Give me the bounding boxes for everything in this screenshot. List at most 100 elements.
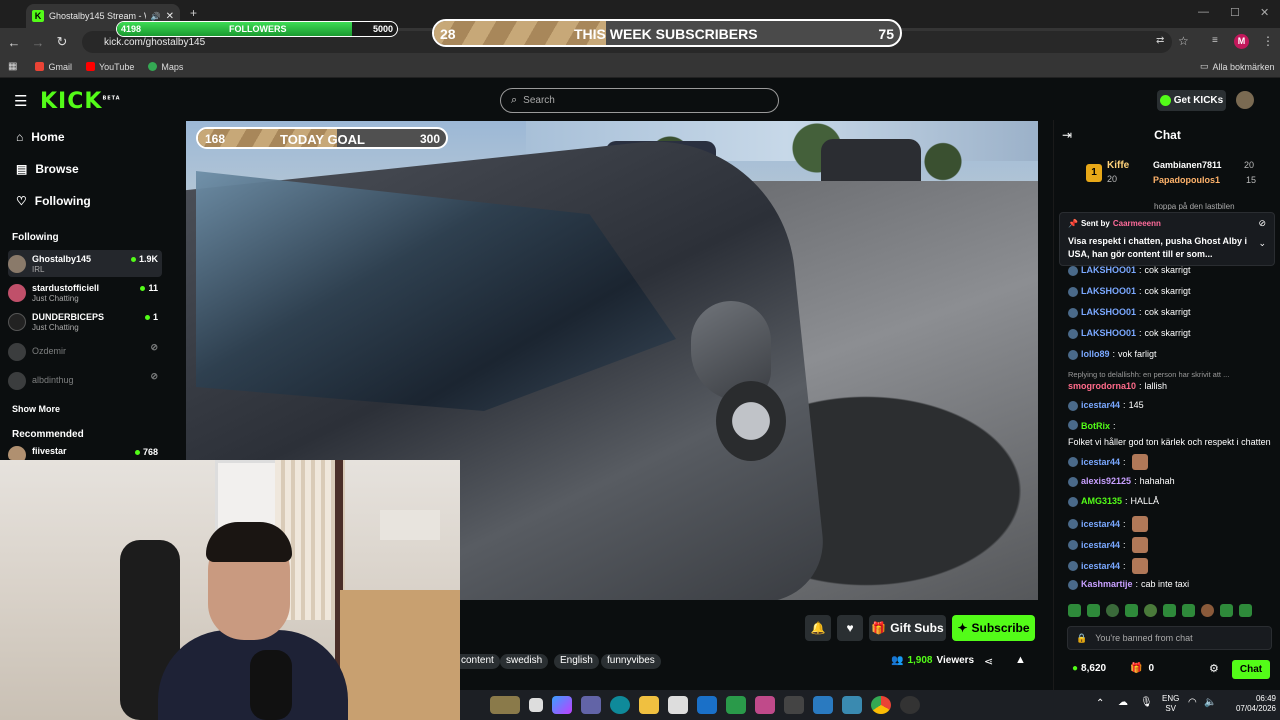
- settings-gear-icon[interactable]: ⚙: [1209, 662, 1219, 675]
- clock[interactable]: 06:49 07/04/2026: [1226, 694, 1276, 714]
- back-icon[interactable]: ←: [2, 35, 26, 50]
- app-icon[interactable]: [784, 696, 804, 714]
- chat-message[interactable]: icestar44:145: [1068, 399, 1273, 412]
- chat-message[interactable]: alexis92125: hahahah: [1068, 475, 1273, 488]
- mail-icon[interactable]: [697, 696, 717, 714]
- m365-icon[interactable]: [755, 696, 775, 714]
- chat-username[interactable]: icestar44: [1081, 399, 1120, 412]
- kick-logo[interactable]: KICKBETA: [40, 89, 121, 114]
- tag-chip[interactable]: content: [455, 654, 500, 669]
- chat-username[interactable]: icestar44: [1081, 539, 1120, 552]
- search-input[interactable]: ⌕ Search: [500, 88, 779, 113]
- maximize-icon[interactable]: ☐: [1230, 6, 1240, 19]
- tray-chevron-icon[interactable]: ⌃: [1096, 698, 1104, 709]
- emote-icon[interactable]: [1182, 604, 1195, 617]
- chat-username[interactable]: icestar44: [1081, 560, 1120, 573]
- get-kicks-button[interactable]: Get KICKs: [1157, 90, 1226, 111]
- emote-icon[interactable]: [1087, 604, 1100, 617]
- chat-username[interactable]: LAKSHOO01: [1081, 264, 1136, 277]
- media-icon[interactable]: ≡: [1212, 35, 1218, 46]
- following-item[interactable]: Ghostalby145 IRL 1.9K: [8, 250, 162, 277]
- share-icon[interactable]: ⋖: [984, 655, 993, 668]
- edge-icon[interactable]: [610, 696, 630, 714]
- subscribe-button[interactable]: ✦ Subscribe: [952, 615, 1035, 641]
- forward-icon[interactable]: →: [26, 35, 50, 50]
- emote-icon[interactable]: [1220, 604, 1233, 617]
- chat-username[interactable]: BotRix: [1081, 420, 1110, 433]
- chat-username[interactable]: icestar44: [1081, 456, 1120, 469]
- unpin-icon[interactable]: ⊘: [1258, 218, 1266, 229]
- recommended-item[interactable]: fiivestar 768: [8, 446, 162, 460]
- reload-icon[interactable]: ↻: [50, 34, 74, 50]
- tag-chip[interactable]: funnyvibes: [601, 654, 661, 669]
- all-bookmarks[interactable]: ▭ Alla bokmärken: [1200, 61, 1275, 72]
- chat-message[interactable]: icestar44:: [1068, 516, 1273, 532]
- tag-chip[interactable]: English: [554, 654, 599, 669]
- close-window-icon[interactable]: ✕: [1260, 6, 1269, 19]
- chat-input[interactable]: 🔒 You're banned from chat: [1067, 626, 1272, 650]
- kicks-balance[interactable]: ● 8,620: [1072, 663, 1106, 674]
- app-icon[interactable]: [842, 696, 862, 714]
- chat-message[interactable]: icestar44:: [1068, 558, 1273, 574]
- chat-message[interactable]: Kashmartije: cab inte taxi: [1068, 578, 1273, 591]
- chat-username[interactable]: smogrodorna10: [1068, 380, 1136, 393]
- teams-icon[interactable]: [581, 696, 601, 714]
- photos-icon[interactable]: [813, 696, 833, 714]
- bookmark-maps[interactable]: Maps: [148, 62, 183, 72]
- report-icon[interactable]: ▲: [1015, 654, 1026, 666]
- store-icon[interactable]: [668, 696, 688, 714]
- emote-icon[interactable]: [1239, 604, 1252, 617]
- chevron-down-icon[interactable]: ⌄: [1258, 238, 1266, 249]
- chat-username[interactable]: LAKSHOO01: [1081, 306, 1136, 319]
- chat-message[interactable]: LAKSHOO01: cok skarrigt: [1068, 306, 1273, 319]
- chat-message[interactable]: AMG3135: HALLÅ: [1068, 495, 1273, 508]
- menu-dots-icon[interactable]: ⋮: [1262, 34, 1274, 48]
- hamburger-menu-icon[interactable]: ☰: [14, 92, 27, 110]
- follow-heart-button[interactable]: ♥: [837, 615, 863, 641]
- bookmark-star-icon[interactable]: ☆: [1178, 34, 1189, 48]
- emote-icon[interactable]: [1201, 604, 1214, 617]
- user-avatar[interactable]: [1236, 91, 1254, 109]
- mic-icon[interactable]: 🎙: [1140, 697, 1153, 708]
- show-more-link[interactable]: Show More: [12, 404, 60, 414]
- chat-message[interactable]: icestar44:: [1068, 454, 1273, 470]
- security-icon[interactable]: [726, 696, 746, 714]
- gift-count[interactable]: 🎁 0: [1130, 663, 1154, 674]
- following-item[interactable]: albdinthug ⊘: [8, 367, 162, 394]
- emote-icon[interactable]: [1163, 604, 1176, 617]
- emote-icon[interactable]: [1068, 604, 1081, 617]
- bookmark-youtube[interactable]: YouTube: [85, 62, 134, 72]
- start-icon[interactable]: [529, 698, 543, 712]
- tag-chip[interactable]: swedish: [500, 654, 549, 669]
- volume-icon[interactable]: 🔈: [1204, 697, 1216, 708]
- notification-bell-button[interactable]: 🔔: [805, 615, 831, 641]
- chrome-icon[interactable]: [871, 696, 891, 714]
- language-indicator[interactable]: ENG SV: [1162, 694, 1179, 714]
- emote-icon[interactable]: [1125, 604, 1138, 617]
- wifi-icon[interactable]: ◠: [1188, 697, 1197, 708]
- nav-browse[interactable]: ▤ Browse: [16, 162, 79, 176]
- chat-message[interactable]: smogrodorna10: lallish: [1068, 380, 1273, 393]
- onedrive-icon[interactable]: ☁: [1118, 697, 1128, 708]
- following-item[interactable]: DUNDERBICEPS Just Chatting 1: [8, 308, 162, 335]
- profile-avatar[interactable]: M: [1234, 34, 1249, 49]
- following-item[interactable]: stardustofficiell Just Chatting 11: [8, 279, 162, 306]
- gift-subs-button[interactable]: 🎁 Gift Subs: [869, 615, 946, 641]
- obs-icon[interactable]: [900, 696, 920, 714]
- emote-icon[interactable]: [1106, 604, 1119, 617]
- minimize-icon[interactable]: —: [1198, 6, 1209, 18]
- emote-icon[interactable]: [1144, 604, 1157, 617]
- chat-username[interactable]: lollo89: [1081, 348, 1110, 361]
- chat-message[interactable]: BotRix: Folket vi håller god ton kärlek o…: [1068, 420, 1273, 449]
- chat-message[interactable]: LAKSHOO01: cok skarrigt: [1068, 264, 1273, 277]
- nav-following[interactable]: ♡ Following: [16, 194, 91, 208]
- apps-grid-icon[interactable]: ▦: [8, 61, 17, 72]
- explorer-icon[interactable]: [639, 696, 659, 714]
- chat-username[interactable]: LAKSHOO01: [1081, 327, 1136, 340]
- translate-icon[interactable]: ⇄: [1156, 35, 1164, 46]
- close-tab-icon[interactable]: ✕: [166, 11, 174, 22]
- send-chat-button[interactable]: Chat: [1232, 660, 1270, 679]
- chat-message[interactable]: icestar44:: [1068, 537, 1273, 553]
- chat-username[interactable]: AMG3135: [1081, 495, 1122, 508]
- chat-username[interactable]: LAKSHOO01: [1081, 285, 1136, 298]
